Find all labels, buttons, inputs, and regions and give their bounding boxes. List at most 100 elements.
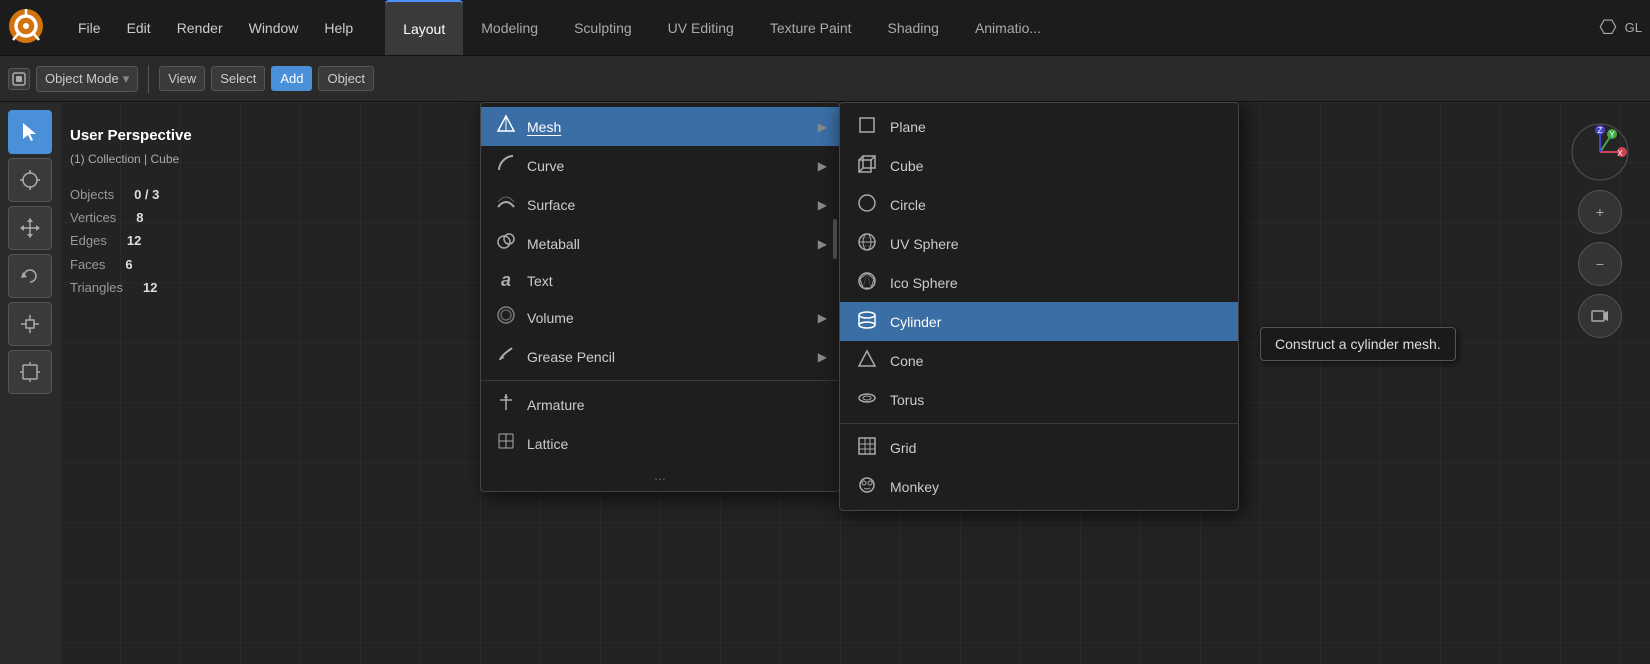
volume-label: Volume [527,310,574,326]
tool-scale[interactable] [8,302,52,346]
submenu-item-cylinder[interactable]: Cylinder [840,302,1238,341]
object-button[interactable]: Object [318,66,374,91]
view-label: View [168,71,196,86]
menu-item-armature[interactable]: Armature [481,385,839,424]
grid-icon [854,435,880,460]
menu-item-volume[interactable]: Volume ▶ [481,298,839,337]
menu-item-surface[interactable]: Surface ▶ [481,185,839,224]
svg-text:X: X [1617,149,1623,158]
select-button[interactable]: Select [211,66,265,91]
add-button[interactable]: Add [271,66,312,91]
view-button[interactable]: View [159,66,205,91]
zoom-out-button[interactable]: − [1578,242,1622,286]
tab-sculpting[interactable]: Sculpting [556,0,650,55]
mode-label: Object Mode [45,71,119,86]
text-label: Text [527,273,553,289]
menu-item-lattice[interactable]: Lattice [481,424,839,463]
object-label: Object [327,71,365,86]
submenu-item-cone[interactable]: Cone [840,341,1238,380]
submenu-item-circle[interactable]: Circle [840,185,1238,224]
volume-arrow: ▶ [818,311,827,325]
faces-value: 6 [125,253,132,276]
circle-icon [854,192,880,217]
tab-uv-editing[interactable]: UV Editing [650,0,752,55]
curve-label: Curve [527,158,564,174]
global-orientation[interactable]: GL [1625,20,1642,35]
svg-text:Y: Y [1609,130,1615,139]
icosphere-icon [854,270,880,295]
tool-select[interactable] [8,110,52,154]
faces-label: Faces [70,253,105,276]
submenu-item-monkey[interactable]: Monkey [840,467,1238,506]
grease-pencil-label: Grease Pencil [527,349,615,365]
edges-value: 12 [127,229,141,252]
vertices-label: Vertices [70,206,116,229]
edges-label: Edges [70,229,107,252]
menu-divider [481,380,839,381]
tool-transform[interactable] [8,350,52,394]
curve-icon [495,153,517,178]
cylinder-tooltip: Construct a cylinder mesh. [1260,327,1456,361]
workspace-tabs: Layout Modeling Sculpting UV Editing Tex… [385,0,1059,55]
axis-gizmo[interactable]: X Y Z [1570,122,1630,182]
menu-item-text[interactable]: a Text [481,263,839,298]
menu-window[interactable]: Window [237,14,311,42]
menu-item-grease-pencil[interactable]: Grease Pencil ▶ [481,337,839,376]
tab-texture-paint[interactable]: Texture Paint [752,0,870,55]
menu-file[interactable]: File [66,14,113,42]
camera-button[interactable] [1578,294,1622,338]
menu-help[interactable]: Help [312,14,365,42]
cone-icon [854,348,880,373]
armature-label: Armature [527,397,585,413]
tool-rotate[interactable] [8,254,52,298]
submenu-item-ico-sphere[interactable]: Ico Sphere [840,263,1238,302]
svg-text:Z: Z [1598,126,1603,135]
tab-modeling[interactable]: Modeling [463,0,556,55]
mesh-arrow: ▶ [818,120,827,134]
tool-move[interactable] [8,206,52,250]
stats-triangles: Triangles 12 [70,276,192,299]
scene-properties-icon[interactable]: ⎔ [1599,15,1616,40]
mesh-label: Mesh [527,119,561,135]
viewport-gizmos: X Y Z + − [1570,122,1630,338]
tab-shading[interactable]: Shading [870,0,957,55]
triangles-value: 12 [143,276,157,299]
submenu-item-cube[interactable]: Cube [840,146,1238,185]
viewport-title: User Perspective [70,122,192,149]
stats-edges: Edges 12 [70,229,192,252]
ico-sphere-label: Ico Sphere [890,275,958,291]
mode-dropdown-arrow: ▾ [123,71,130,87]
add-label: Add [280,71,303,86]
submenu-item-grid[interactable]: Grid [840,428,1238,467]
viewport[interactable]: User Perspective (1) Collection | Cube O… [0,102,1650,664]
triangles-label: Triangles [70,276,123,299]
menu-more: ... [481,463,839,487]
metaball-arrow: ▶ [818,237,827,251]
cube-icon [854,153,880,178]
submenu-item-plane[interactable]: Plane [840,107,1238,146]
menu-scrollbar[interactable] [833,219,837,259]
menu-edit[interactable]: Edit [115,14,163,42]
viewport-subtitle: (1) Collection | Cube [70,149,192,171]
tab-layout[interactable]: Layout [385,0,463,55]
vertices-value: 8 [136,206,143,229]
submenu-item-torus[interactable]: Torus [840,380,1238,419]
zoom-in-button[interactable]: + [1578,190,1622,234]
separator-1 [148,65,149,93]
grease-pencil-icon [495,344,517,369]
submenu-item-uv-sphere[interactable]: UV Sphere [840,224,1238,263]
mesh-icon [495,114,517,139]
menu-render[interactable]: Render [165,14,235,42]
menu-item-mesh[interactable]: Mesh ▶ [481,107,839,146]
tab-animation[interactable]: Animatio... [957,0,1059,55]
objects-value: 0 / 3 [134,183,159,206]
tool-cursor[interactable] [8,158,52,202]
curve-arrow: ▶ [818,159,827,173]
menu-item-curve[interactable]: Curve ▶ [481,146,839,185]
menu-item-metaball[interactable]: Metaball ▶ [481,224,839,263]
cube-label: Cube [890,158,923,174]
top-menu-items: File Edit Render Window Help [66,14,365,42]
mode-select[interactable]: Object Mode ▾ [36,66,138,92]
blender-logo[interactable] [8,8,56,47]
surface-label: Surface [527,197,575,213]
